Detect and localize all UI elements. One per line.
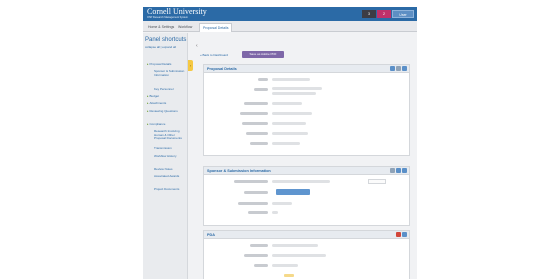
sidebar-item-compliance[interactable]: Compliance [147, 122, 187, 127]
sponsor-submission-panel-header: Sponsor & Submission Information [204, 167, 409, 175]
proposal-details-panel-header: Proposal Details [204, 65, 409, 73]
panel-help-icon[interactable] [396, 66, 401, 71]
user-menu-button[interactable]: User [392, 10, 414, 18]
field-value [272, 142, 300, 145]
sidebar-title: Panel shortcuts [145, 37, 187, 43]
proposal-details-panel: Proposal Details [203, 64, 410, 156]
field-label [240, 112, 268, 115]
field-label [242, 122, 268, 125]
tab-proposal-details[interactable]: Proposal Details [199, 23, 233, 32]
field-value [272, 78, 310, 81]
save-as-pdf-button[interactable]: Save as Adobe PDF [242, 51, 284, 58]
sponsor-submission-panel: Sponsor & Submission Information [203, 166, 410, 226]
field-label [250, 244, 268, 247]
sidebar-item-workflow-history[interactable]: Workflow History [154, 154, 186, 159]
scroll-indicator-icon: ‹ [196, 43, 198, 49]
panel-collapse-icon[interactable] [402, 66, 407, 71]
pda-panel-header: PDA [204, 231, 409, 239]
tab-home-settings[interactable]: Home & Settings [145, 23, 177, 32]
panel-collapse-icon[interactable] [402, 232, 407, 237]
field-value [272, 87, 322, 90]
field-value [272, 264, 298, 267]
sidebar-item-project-documents[interactable]: Project Documents [154, 187, 186, 192]
field-value [272, 180, 330, 183]
tab-workflow[interactable]: Workflow [175, 23, 195, 32]
panel-edit-icon[interactable] [390, 66, 395, 71]
field-value [272, 202, 292, 205]
sidebar-item-sponsor-submission[interactable]: Sponsor & Submission Information [154, 69, 186, 77]
field-value [272, 122, 306, 125]
sidebar-item-attachments[interactable]: Attachments [147, 101, 187, 106]
field-value [272, 112, 312, 115]
field-label [258, 78, 268, 81]
proposal-details-panel-title: Proposal Details [207, 67, 237, 71]
sidebar-collapse-expand-links[interactable]: collapse all | expand all [145, 45, 176, 49]
field-value [272, 244, 318, 247]
field-label [254, 264, 268, 267]
sponsor-select-field[interactable] [368, 179, 386, 184]
app-header: Cornell University OSP Research Manageme… [143, 7, 417, 21]
selected-sponsor-chip[interactable] [276, 189, 310, 195]
sidebar-item-budget[interactable]: Budget [147, 94, 187, 99]
field-label [244, 191, 268, 194]
field-value [272, 92, 316, 95]
panel-close-icon[interactable] [396, 232, 401, 237]
panel-edit-icon[interactable] [390, 168, 395, 173]
field-label [244, 254, 268, 257]
sidebar-collapse-handle[interactable]: ‹ [188, 60, 193, 71]
pda-panel-title: PDA [207, 233, 216, 237]
app-subtitle: OSP Research Management System [147, 16, 188, 19]
app-title[interactable]: Cornell University [147, 8, 207, 16]
panel-shortcuts-sidebar: Panel shortcuts collapse all | expand al… [143, 33, 188, 279]
field-value [272, 211, 278, 214]
sidebar-item-research-human[interactable]: Research Involving Human & Other Proposa… [154, 129, 186, 141]
field-label [234, 180, 268, 183]
pda-panel: PDA [203, 230, 410, 279]
tab-bar: Home & Settings Workflow Proposal Detail… [143, 21, 417, 32]
field-label [246, 132, 268, 135]
back-to-dashboard-link[interactable]: « Back to Dashboard [200, 53, 228, 57]
field-value [272, 132, 308, 135]
field-label [238, 202, 268, 205]
alerts-button[interactable]: 2 [377, 10, 391, 18]
notifications-button[interactable]: 3 [362, 10, 376, 18]
field-label [254, 88, 268, 91]
field-value [272, 102, 302, 105]
sidebar-item-associated-awards[interactable]: Associated Awards [154, 174, 186, 179]
main-content: ‹ « Back to Dashboard Save as Adobe PDF … [196, 33, 417, 279]
sidebar-item-key-personnel[interactable]: Key Personnel [154, 87, 186, 92]
field-label [244, 102, 268, 105]
field-label [248, 211, 268, 214]
sidebar-item-transmission[interactable]: Transmission [154, 146, 186, 151]
sidebar-item-review-notes[interactable]: Review Notes [154, 167, 186, 172]
app-window: Cornell University OSP Research Manageme… [143, 7, 417, 279]
sidebar-item-proposal-details[interactable]: Proposal Details [147, 62, 187, 67]
field-label [250, 142, 268, 145]
panel-collapse-icon[interactable] [402, 168, 407, 173]
sidebar-item-reviewing-questions[interactable]: Reviewing Questions [147, 109, 187, 114]
panel-help-icon[interactable] [396, 168, 401, 173]
field-value [272, 254, 326, 257]
status-highlight [284, 274, 294, 277]
sponsor-submission-panel-title: Sponsor & Submission Information [207, 169, 271, 173]
